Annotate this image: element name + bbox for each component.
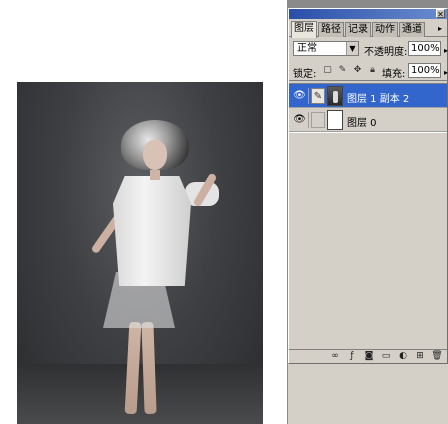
palette-tabs: 图层 路径 记录 动作 通道 ▸ <box>289 20 447 38</box>
photo-right-leg <box>141 321 157 415</box>
arrow-right-icon[interactable]: ▸ <box>444 44 448 57</box>
photo-floor <box>17 364 263 424</box>
add-mask-icon[interactable]: ◙ <box>363 351 375 362</box>
photo-face <box>143 140 167 170</box>
layer-list: 👁︎ ✎ 图层 1 副本 2 👁︎ 图层 0 <box>289 83 447 350</box>
lock-row: 锁定: ▢ ✎ ✥ 🔒︎ 填充: 100% ▸ <box>289 61 448 81</box>
tab-actions[interactable]: 动作 <box>372 22 398 37</box>
workspace-background <box>288 364 448 424</box>
link-slot-icon[interactable] <box>311 112 325 128</box>
layer-row[interactable]: 👁︎ ✎ 图层 1 副本 2 <box>289 84 447 108</box>
layer-style-icon[interactable]: ƒ <box>346 351 358 362</box>
layer-row[interactable]: 👁︎ 图层 0 <box>289 108 447 132</box>
tab-paths[interactable]: 路径 <box>318 22 344 37</box>
layer-list-empty-area <box>289 133 447 350</box>
photo-jacket <box>113 176 191 286</box>
tab-layers[interactable]: 图层 <box>291 21 317 38</box>
delete-layer-icon[interactable]: 🗑︎ <box>431 351 443 362</box>
layer-thumbnail <box>327 110 343 130</box>
palette-menu-icon[interactable]: ▸ <box>435 23 445 34</box>
layer-thumbnail <box>327 86 343 106</box>
chevron-down-icon[interactable]: ▼ <box>346 42 358 55</box>
link-layers-icon[interactable]: ∞ <box>329 351 341 362</box>
lock-paint-icon[interactable]: ✎ <box>337 65 348 76</box>
new-layer-icon[interactable]: ⊞ <box>414 351 426 362</box>
opacity-value: 100% <box>411 43 440 54</box>
new-group-icon[interactable]: ▭ <box>380 351 392 362</box>
lock-options: ▢ ✎ ✥ 🔒︎ <box>322 65 378 76</box>
adjustment-layer-icon[interactable]: ◐ <box>397 351 409 362</box>
blend-mode-value: 正常 <box>297 43 317 54</box>
brush-icon[interactable]: ✎ <box>311 88 325 104</box>
blend-row: 正常 ▼ 不透明度: 100% ▸ <box>289 39 448 59</box>
lock-transparency-icon[interactable]: ▢ <box>322 65 333 76</box>
palette-title-bar[interactable]: ✕ <box>289 9 447 19</box>
close-icon[interactable]: ✕ <box>436 9 445 19</box>
canvas-image[interactable] <box>17 82 263 424</box>
opacity-input[interactable]: 100% ▸ <box>408 41 448 56</box>
layers-palette: ✕ 图层 路径 记录 动作 通道 ▸ 正常 ▼ 不透明度: 100% ▸ 锁定:… <box>288 8 448 364</box>
layer-name: 图层 1 副本 2 <box>347 94 410 105</box>
lock-all-icon[interactable]: 🔒︎ <box>367 65 378 76</box>
blend-mode-select[interactable]: 正常 ▼ <box>293 41 359 56</box>
fill-value: 100% <box>411 65 440 76</box>
eye-icon[interactable]: 👁︎ <box>291 112 309 128</box>
eye-icon[interactable]: 👁︎ <box>291 88 309 104</box>
palette-bottom-toolbar: ∞ ƒ ◙ ▭ ◐ ⊞ 🗑︎ <box>289 349 447 363</box>
tab-history[interactable]: 记录 <box>345 22 371 37</box>
tab-channels[interactable]: 通道 <box>399 22 425 37</box>
document-window <box>0 0 287 424</box>
lock-move-icon[interactable]: ✥ <box>352 65 363 76</box>
opacity-label: 不透明度: <box>364 47 408 58</box>
lock-label: 锁定: <box>293 69 317 80</box>
arrow-right-icon[interactable]: ▸ <box>444 66 448 79</box>
layer-name: 图层 0 <box>347 118 377 129</box>
fill-input[interactable]: 100% ▸ <box>408 63 448 78</box>
fill-label: 填充: <box>382 69 406 80</box>
